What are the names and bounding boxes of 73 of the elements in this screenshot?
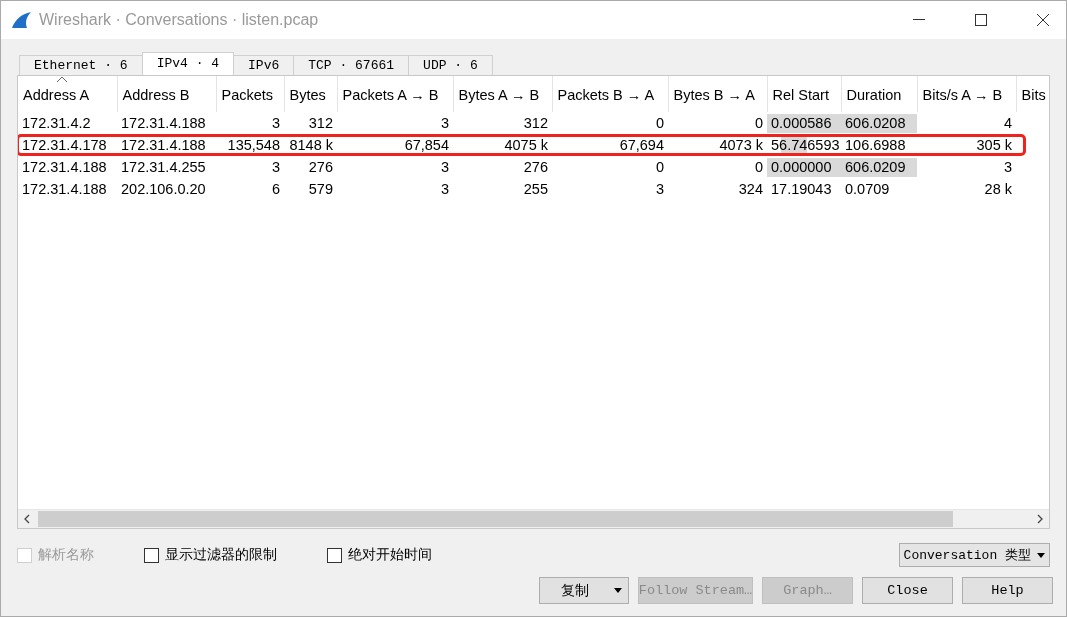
table-cell-text: 276 [522,158,549,177]
option-checkbox[interactable]: 显示过滤器的限制 [144,546,277,564]
dialog-button[interactable]: Close [862,577,953,604]
column-header[interactable]: Bits [1016,76,1049,112]
table-cell: 172.31.4.188 [117,112,216,134]
maximize-icon[interactable] [975,14,987,26]
table-cell: 312 [453,112,552,134]
table-cell-text: 67,694 [618,136,665,155]
table-cell-text: 3 [439,158,450,177]
column-header[interactable]: Address B [117,76,216,112]
table-cell: 606.0208 [841,112,917,134]
table-cell-text: 4075 k [503,136,549,155]
table-cell: 0 [668,156,767,178]
dialog-button[interactable]: Help [962,577,1053,604]
column-header[interactable]: Bytes [284,76,337,112]
table-cell-text: 172.31.4.255 [120,158,207,177]
table-cell: 0.000586 [767,112,841,134]
table-cell-text: 172.31.4.188 [120,136,207,155]
table-cell-text: 6 [270,180,281,199]
window-title: Wireshark · Conversations · listen.pcap [39,11,320,29]
minimize-icon[interactable] [913,19,925,21]
table-cell-text: 3 [654,180,665,199]
table-cell-text: 3 [270,158,281,177]
table-cell: 172.31.4.178 [18,134,117,156]
table-cell-text: 276 [307,158,334,177]
table-cell-text: 3 [439,180,450,199]
table-cell-text: 172.31.4.188 [21,180,108,199]
column-header[interactable]: Packets [216,76,284,112]
column-header[interactable]: Bits/s A → B [917,76,1016,112]
table-cell: 0 [668,112,767,134]
caret-icon [614,588,622,593]
close-icon[interactable] [1037,14,1049,26]
column-header[interactable]: Bytes B → A [668,76,767,112]
caret-icon [1037,552,1045,558]
table-cell-text: 67,854 [403,136,450,155]
shark-fin-icon [11,11,33,29]
table-cell-text: 172.31.4.188 [21,158,108,177]
table-cell-text: 28 k [983,180,1013,199]
table-cell-text: 255 [522,180,549,199]
table-cell: 3 [917,156,1016,178]
table-cell: 0 [552,112,668,134]
table-cell: 172.31.4.2 [18,112,117,134]
column-header[interactable]: Packets A → B [337,76,453,112]
table-cell: 3 [337,112,453,134]
tab[interactable]: UDP · 6 [408,55,493,75]
table-cell-text: 579 [307,180,334,199]
table-cell: 0.000000 [767,156,841,178]
column-header[interactable]: Packets B → A [552,76,668,112]
table-cell-text: 0 [654,158,665,177]
tab[interactable]: IPv4 · 4 [141,52,235,75]
table-cell: 3 [216,112,284,134]
column-header[interactable]: Address A [18,76,117,112]
table-cell-text: 17.19043 [770,180,833,199]
conversation-type-dropdown[interactable]: Conversation 类型 [898,543,1050,567]
tab[interactable]: Ethernet · 6 [19,55,143,75]
scrollbar-thumb[interactable] [38,511,954,527]
table-cell-text: 4073 k [718,136,764,155]
table-cell-text: 305 k [975,136,1013,155]
sort-caret-icon [57,76,68,82]
table-cell: 4 [917,112,1016,134]
table-cell-text: 135,548 [226,136,281,155]
column-header[interactable]: Rel Start [767,76,841,112]
column-header[interactable]: Bytes A → B [453,76,552,112]
table-cell: 606.0209 [841,156,917,178]
option-checkbox[interactable]: 绝对开始时间 [327,546,432,564]
table-cell-text: 0.0709 [844,180,891,199]
table-cell-text: 202.106.0.20 [120,180,207,199]
table-cell-text: 8148 k [288,136,334,155]
table-cell: 312 [284,112,337,134]
table-cell-text: 106.6988 [844,136,907,155]
column-header[interactable]: Duration [841,76,917,112]
copy-button[interactable]: 复制 [539,577,629,604]
table-cell-text: 324 [737,180,764,199]
